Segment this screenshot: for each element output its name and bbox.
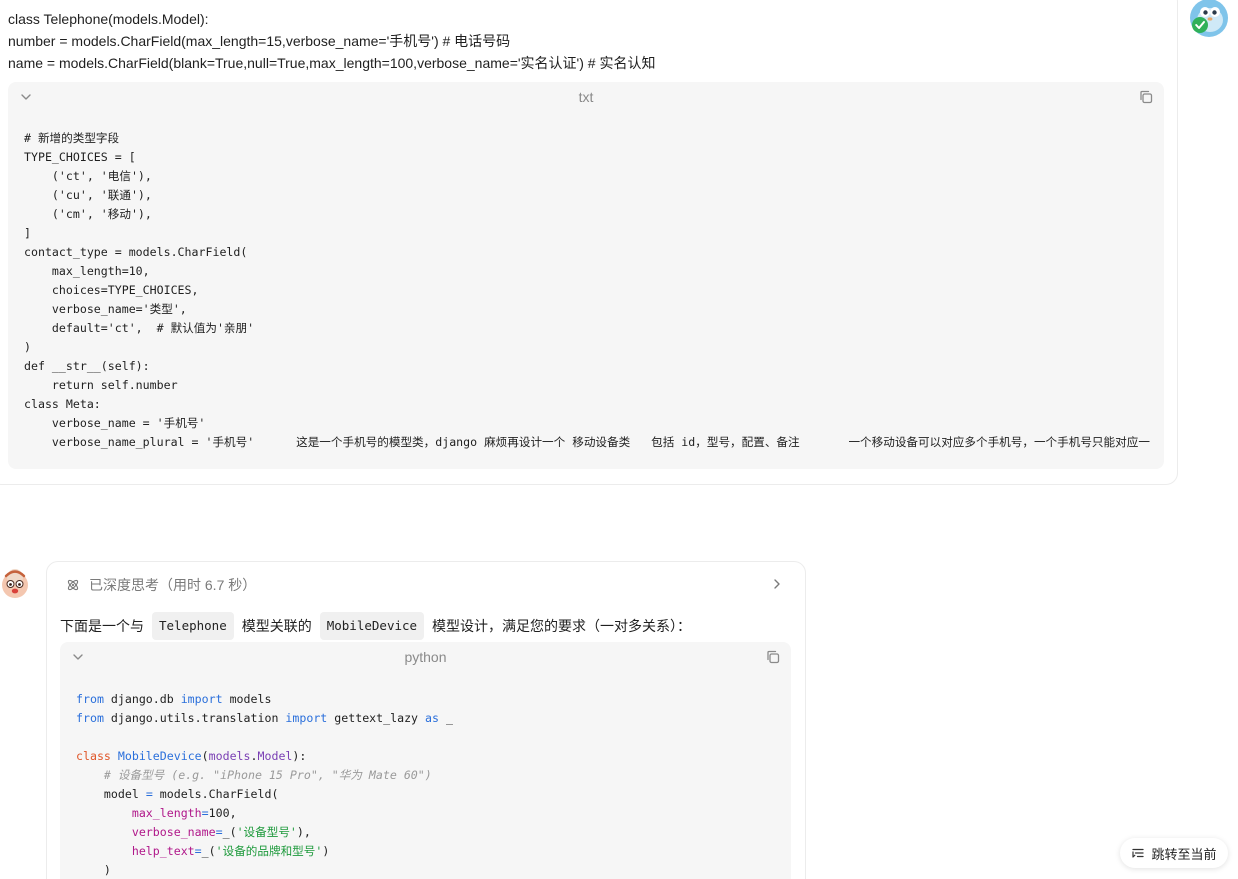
list-arrow-icon — [1132, 848, 1145, 858]
intro-text-part: 模型设计，满足您的要求（一对多关系）： — [432, 618, 692, 634]
user-message-text: class Telephone(models.Model): number = … — [8, 8, 655, 74]
code-content: from django.db import models from django.… — [76, 690, 453, 879]
code-line: model = models.CharField( — [103, 787, 279, 801]
code-language-label: python — [404, 649, 447, 665]
jump-to-current-label: 跳转至当前 — [1151, 846, 1217, 862]
code-line: def __str__(self): — [24, 359, 150, 373]
code-line: return self.number — [24, 378, 178, 392]
chevron-right-icon[interactable] — [770, 577, 784, 591]
code-line: ) — [76, 863, 111, 877]
code-line: choices=TYPE_CHOICES, — [24, 283, 199, 297]
code-block-header: txt — [8, 82, 1164, 112]
inline-code: Telephone — [152, 612, 234, 640]
atom-icon — [67, 579, 79, 591]
assistant-intro-text: 下面是一个与 Telephone 模型关联的 MobileDevice 模型设计… — [60, 612, 691, 640]
code-line: verbose_name=_('设备型号'), — [131, 825, 311, 839]
code-line: # 设备型号 (e.g. "iPhone 15 Pro", "华为 Mate 6… — [76, 768, 432, 782]
code-line: ('ct', '电信'), — [24, 169, 152, 183]
jump-to-current-button[interactable]: 跳转至当前 — [1120, 838, 1228, 868]
code-line: default='ct', # 默认值为'亲朋' — [24, 321, 255, 335]
code-line: # 新增的类型字段 — [24, 131, 120, 145]
code-line: ] — [24, 226, 31, 240]
code-line: verbose_name='类型', — [24, 302, 187, 316]
code-content: # 新增的类型字段 TYPE_CHOICES = [ ('ct', '电信'), … — [24, 129, 1150, 452]
code-line: from django.utils.translation import get… — [76, 711, 453, 725]
thinking-duration-label: 已深度思考（用时 6.7 秒） — [89, 577, 257, 593]
assistant-code-block: python from django.db import models from … — [60, 642, 791, 879]
user-line: name = models.CharField(blank=True,null=… — [8, 55, 656, 71]
code-line: max_length=10, — [24, 264, 150, 278]
intro-text-part: 下面是一个与 — [60, 618, 144, 634]
code-line: verbose_name = '手机号' — [24, 416, 206, 430]
code-line: from django.db import models — [76, 692, 272, 706]
code-line: ('cm', '移动'), — [24, 207, 152, 221]
code-line: verbose_name_plural = '手机号' 这是一个手机号的模型类，… — [24, 435, 1150, 449]
user-code-block: txt # 新增的类型字段 TYPE_CHOICES = [ ('ct', '电信… — [8, 82, 1164, 469]
code-language-label: txt — [578, 89, 594, 105]
code-line: ('cu', '联通'), — [24, 188, 152, 202]
user-avatar[interactable] — [1189, 0, 1229, 38]
copy-icon[interactable] — [1138, 89, 1154, 105]
intro-text-part: 模型关联的 — [241, 618, 312, 634]
code-line: help_text=_('设备的品牌和型号') — [131, 844, 330, 858]
code-line: class Meta: — [24, 397, 101, 411]
code-line: class MobileDevice(models.Model): — [76, 749, 307, 763]
code-line: max_length=100, — [131, 806, 237, 820]
user-line: class Telephone(models.Model): — [8, 11, 209, 27]
code-line: TYPE_CHOICES = [ — [24, 150, 136, 164]
inline-code: MobileDevice — [319, 612, 425, 640]
code-line: ) — [24, 340, 31, 354]
user-line: number = models.CharField(max_length=15,… — [8, 33, 511, 49]
copy-icon[interactable] — [765, 649, 781, 665]
code-line: contact_type = models.CharField( — [24, 245, 248, 259]
code-block-header: python — [60, 642, 791, 672]
assistant-avatar — [2, 569, 28, 598]
deep-thinking-toggle[interactable]: 已深度思考（用时 6.7 秒） — [66, 576, 256, 594]
